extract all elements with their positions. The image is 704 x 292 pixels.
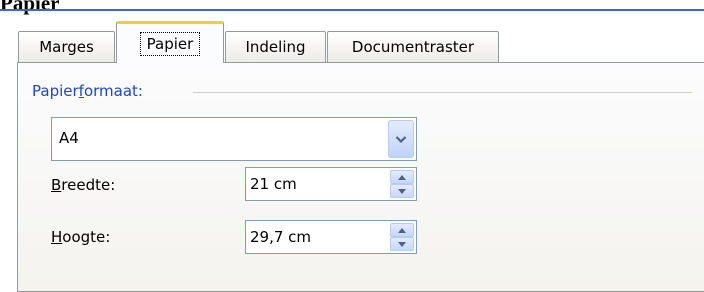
paper-size-select[interactable]: A4 xyxy=(51,117,417,161)
tab-indeling-label: Indeling xyxy=(245,38,306,56)
tab-marges-label: Marges xyxy=(39,38,94,56)
heading-rule xyxy=(0,9,704,11)
chevron-down-icon xyxy=(395,135,407,143)
arrow-down-icon xyxy=(398,241,406,247)
height-value: 29,7 cm xyxy=(250,228,312,246)
section-title-papierformaat: Papierformaat: xyxy=(32,82,143,100)
width-decrement-button[interactable] xyxy=(390,184,414,198)
section-divider xyxy=(193,92,692,93)
tab-papier[interactable]: Papier xyxy=(116,21,224,63)
height-spinner[interactable]: 29,7 cm xyxy=(245,220,417,254)
tab-documentraster[interactable]: Documentraster xyxy=(327,31,499,62)
width-value: 21 cm xyxy=(250,175,297,193)
arrow-down-icon xyxy=(398,188,406,194)
tab-marges[interactable]: Marges xyxy=(18,31,115,62)
tab-papier-label: Papier xyxy=(139,31,201,56)
height-label: Hoogte: xyxy=(51,228,111,246)
tab-documentraster-label: Documentraster xyxy=(351,38,475,56)
height-increment-button[interactable] xyxy=(390,223,414,237)
tab-indeling[interactable]: Indeling xyxy=(225,31,326,62)
arrow-up-icon xyxy=(398,174,406,180)
paper-size-dropdown-button[interactable] xyxy=(388,120,414,158)
paper-size-value: A4 xyxy=(59,129,79,147)
arrow-up-icon xyxy=(398,227,406,233)
width-spinner[interactable]: 21 cm xyxy=(245,167,417,201)
width-increment-button[interactable] xyxy=(390,170,414,184)
width-label: Breedte: xyxy=(51,176,116,194)
height-decrement-button[interactable] xyxy=(390,237,414,251)
